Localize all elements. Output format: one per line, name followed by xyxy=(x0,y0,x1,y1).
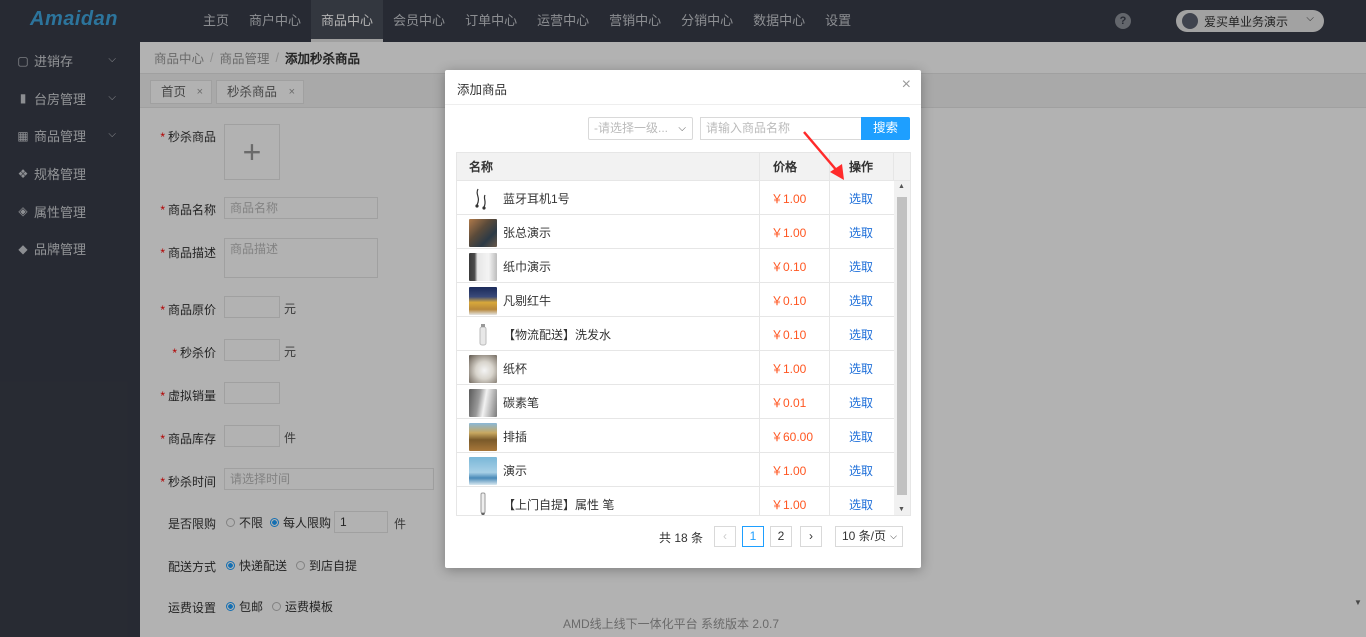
select-link[interactable]: 选取 xyxy=(849,360,873,377)
goods-name: 【上门自提】属性 笔 xyxy=(503,498,615,512)
goods-name: 排插 xyxy=(503,430,528,444)
goods-price: ￥1.00 xyxy=(771,498,807,512)
chevron-down-icon: ⌵ xyxy=(678,123,686,134)
pager-page-2[interactable]: 2 xyxy=(770,526,792,547)
goods-price: ￥0.10 xyxy=(771,328,807,342)
search-button[interactable]: 搜索 xyxy=(861,117,910,140)
divider xyxy=(445,104,921,105)
table-row: 纸巾演示 ￥0.10 选取 xyxy=(457,249,894,283)
page-size-select[interactable]: 10 条/页 ⌵ xyxy=(835,526,903,547)
column-header-action: 操作 xyxy=(849,160,874,174)
scrollbar-thumb[interactable] xyxy=(897,197,907,495)
goods-name: 【物流配送】洗发水 xyxy=(503,328,612,342)
goods-name: 碳素笔 xyxy=(503,396,540,410)
goods-thumbnail xyxy=(469,355,497,383)
select-link[interactable]: 选取 xyxy=(849,190,873,207)
table-row: 【上门自提】属性 笔 ￥1.00 选取 xyxy=(457,487,894,515)
select-link[interactable]: 选取 xyxy=(849,326,873,343)
goods-thumbnail xyxy=(469,253,497,281)
table-row: 张总演示 ￥1.00 选取 xyxy=(457,215,894,249)
goods-name: 凡剔红牛 xyxy=(503,294,552,308)
goods-price: ￥1.00 xyxy=(771,192,807,206)
scroll-up-icon[interactable]: ▲ xyxy=(898,183,905,190)
select-link[interactable]: 选取 xyxy=(849,224,873,241)
table-row: 凡剔红牛 ￥0.10 选取 xyxy=(457,283,894,317)
select-link[interactable]: 选取 xyxy=(849,496,873,513)
column-header-price: 价格 xyxy=(773,160,798,174)
table-row: 蓝牙耳机1号 ￥1.00 选取 xyxy=(457,181,894,215)
pager-prev-button[interactable]: ‹ xyxy=(714,526,736,547)
select-link[interactable]: 选取 xyxy=(849,258,873,275)
table-scrollbar[interactable]: ▲ ▼ xyxy=(894,181,910,515)
goods-price: ￥1.00 xyxy=(771,362,807,376)
pager-total: 共 18 条 xyxy=(659,531,704,545)
close-icon[interactable]: × xyxy=(902,76,911,94)
goods-price: ￥0.10 xyxy=(771,294,807,308)
goods-thumbnail xyxy=(469,423,497,451)
goods-price: ￥1.00 xyxy=(771,226,807,240)
select-link[interactable]: 选取 xyxy=(849,462,873,479)
goods-table: 名称 价格 操作 蓝牙耳机1号 ￥1.00 选取 张总演示 ￥1.00 选取 纸… xyxy=(456,152,911,516)
select-link[interactable]: 选取 xyxy=(849,394,873,411)
column-header-name: 名称 xyxy=(469,160,494,174)
goods-price: ￥0.01 xyxy=(771,396,807,410)
table-row: 碳素笔 ￥0.01 选取 xyxy=(457,385,894,419)
goods-thumbnail xyxy=(469,389,497,417)
goods-thumbnail xyxy=(469,321,497,349)
select-link[interactable]: 选取 xyxy=(849,428,873,445)
column-divider xyxy=(893,153,894,181)
table-row: 演示 ￥1.00 选取 xyxy=(457,453,894,487)
page-size-value: 10 条/页 xyxy=(842,529,887,543)
goods-thumbnail xyxy=(469,287,497,315)
goods-thumbnail xyxy=(469,457,497,485)
table-row: 排插 ￥60.00 选取 xyxy=(457,419,894,453)
table-row: 纸杯 ￥1.00 选取 xyxy=(457,351,894,385)
goods-name: 纸杯 xyxy=(503,362,528,376)
dialog-title: 添加商品 xyxy=(457,83,508,97)
chevron-down-icon: ⌵ xyxy=(890,531,897,541)
goods-price: ￥1.00 xyxy=(771,464,807,478)
select-link[interactable]: 选取 xyxy=(849,292,873,309)
goods-thumbnail xyxy=(469,491,497,515)
goods-price: ￥60.00 xyxy=(771,430,814,444)
table-row: 【物流配送】洗发水 ￥0.10 选取 xyxy=(457,317,894,351)
goods-name: 张总演示 xyxy=(503,226,552,240)
category-select[interactable]: -请选择一级... ⌵ xyxy=(588,117,693,140)
goods-name: 纸巾演示 xyxy=(503,260,552,274)
goods-thumbnail xyxy=(469,219,497,247)
annotation-arrow-icon xyxy=(803,131,844,180)
goods-thumbnail xyxy=(469,185,497,213)
pager-page-1[interactable]: 1 xyxy=(742,526,764,547)
category-select-value: -请选择一级... xyxy=(594,121,668,135)
goods-name: 演示 xyxy=(503,464,528,478)
scroll-down-icon[interactable]: ▼ xyxy=(898,506,905,513)
pager-next-button[interactable]: › xyxy=(800,526,822,547)
goods-price: ￥0.10 xyxy=(771,260,807,274)
goods-name: 蓝牙耳机1号 xyxy=(503,192,570,206)
